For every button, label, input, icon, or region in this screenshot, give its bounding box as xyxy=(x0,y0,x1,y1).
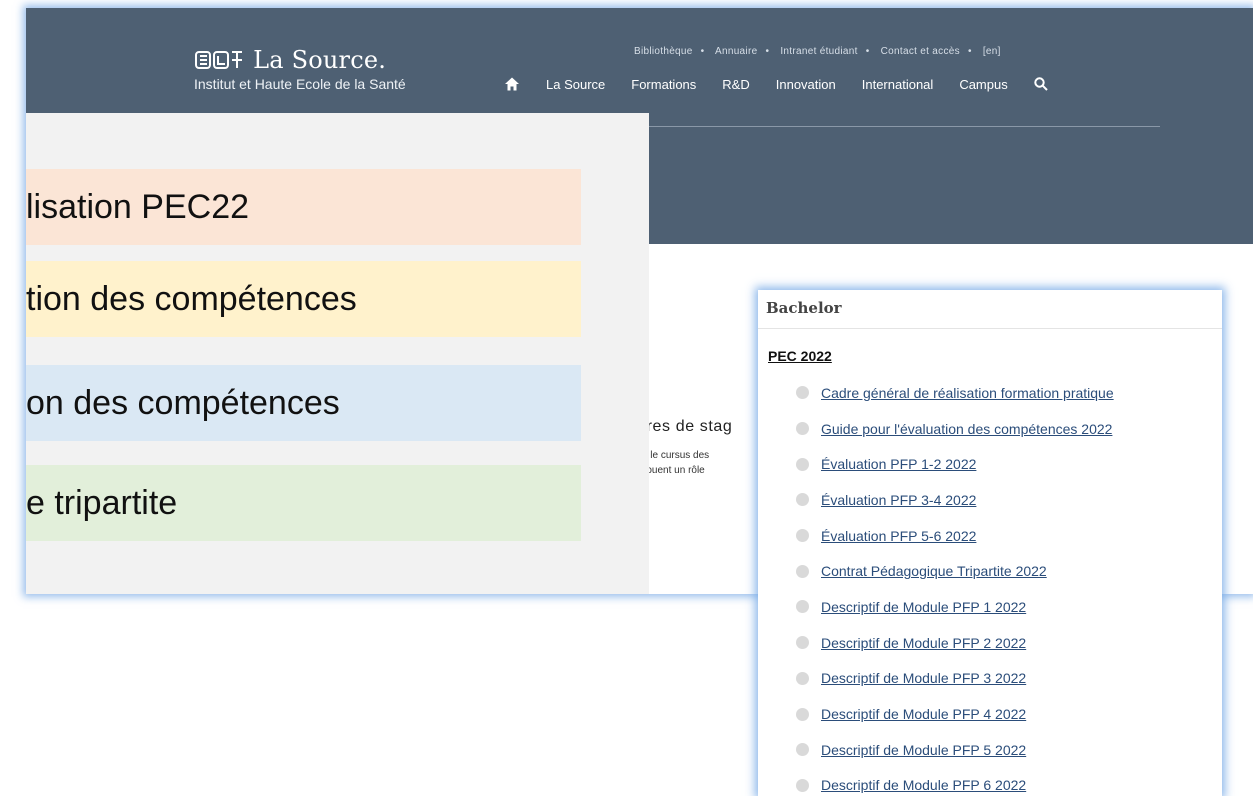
bullet-icon xyxy=(796,386,809,400)
list-item: Évaluation PFP 3-4 2022 xyxy=(758,482,1222,518)
doc-link[interactable]: Descriptif de Module PFP 4 2022 xyxy=(821,706,1026,722)
logo-subtitle: Institut et Haute Ecole de la Santé xyxy=(194,76,406,92)
logo-mark-icon xyxy=(195,51,242,69)
doc-link[interactable]: Descriptif de Module PFP 1 2022 xyxy=(821,599,1026,615)
bachelor-card: Bachelor PEC 2022 Cadre général de réali… xyxy=(758,290,1222,796)
doc-link[interactable]: Contrat Pédagogique Tripartite 2022 xyxy=(821,563,1047,579)
list-item: Descriptif de Module PFP 2 2022 xyxy=(758,625,1222,661)
bullet-icon xyxy=(796,493,809,507)
separator-dot: • xyxy=(700,46,705,57)
home-icon[interactable] xyxy=(504,76,520,92)
band-evaluation: on des compétences xyxy=(26,365,581,441)
separator-dot: • xyxy=(765,46,770,57)
link-intranet[interactable]: Intranet étudiant xyxy=(780,46,857,57)
bullet-icon xyxy=(796,600,809,614)
site-logo[interactable]: La Source. Institut et Haute Ecole de la… xyxy=(194,46,406,92)
list-item: Évaluation PFP 1-2 2022 xyxy=(758,446,1222,482)
bullet-icon xyxy=(796,671,809,685)
doc-link[interactable]: Évaluation PFP 3-4 2022 xyxy=(821,492,976,508)
bullet-icon xyxy=(796,707,809,721)
doc-link[interactable]: Guide pour l'évaluation des compétences … xyxy=(821,421,1112,437)
search-icon[interactable] xyxy=(1034,77,1048,91)
bullet-icon xyxy=(796,422,809,436)
nav-campus[interactable]: Campus xyxy=(959,77,1007,92)
nav-rd[interactable]: R&D xyxy=(722,77,749,92)
card-subtitle[interactable]: PEC 2022 xyxy=(768,348,1222,364)
link-bibliotheque[interactable]: Bibliothèque xyxy=(634,46,693,57)
list-item: Descriptif de Module PFP 6 2022 xyxy=(758,768,1222,796)
link-annuaire[interactable]: Annuaire xyxy=(715,46,757,57)
doc-link[interactable]: Descriptif de Module PFP 6 2022 xyxy=(821,777,1026,793)
bullet-icon xyxy=(796,457,809,471)
list-item: Descriptif de Module PFP 3 2022 xyxy=(758,661,1222,697)
doc-link[interactable]: Descriptif de Module PFP 3 2022 xyxy=(821,670,1026,686)
bullet-icon xyxy=(796,564,809,578)
band-realisation: lisation PEC22 xyxy=(26,169,581,245)
link-contact[interactable]: Contact et accès xyxy=(881,46,960,57)
bullet-icon xyxy=(796,636,809,650)
document-list: Cadre général de réalisation formation p… xyxy=(758,375,1222,796)
nav-formations[interactable]: Formations xyxy=(631,77,696,92)
list-item: Cadre général de réalisation formation p… xyxy=(758,375,1222,411)
band-evaluation-guide: tion des compétences xyxy=(26,261,581,337)
list-item: Descriptif de Module PFP 4 2022 xyxy=(758,696,1222,732)
doc-link[interactable]: Évaluation PFP 1-2 2022 xyxy=(821,456,976,472)
doc-link[interactable]: Cadre général de réalisation formation p… xyxy=(821,385,1114,401)
band-tripartite: e tripartite xyxy=(26,465,581,541)
nav-international[interactable]: International xyxy=(862,77,934,92)
separator-dot: • xyxy=(967,46,972,57)
overlay-panel: lisation PEC22 tion des compétences on d… xyxy=(26,113,649,594)
separator-dot: • xyxy=(865,46,870,57)
doc-link[interactable]: Descriptif de Module PFP 5 2022 xyxy=(821,742,1026,758)
list-item: Contrat Pédagogique Tripartite 2022 xyxy=(758,553,1222,589)
list-item: Guide pour l'évaluation des compétences … xyxy=(758,411,1222,447)
nav-divider xyxy=(622,126,1160,127)
list-item: Descriptif de Module PFP 1 2022 xyxy=(758,589,1222,625)
main-nav: La Source Formations R&D Innovation Inte… xyxy=(504,76,1048,92)
bullet-icon xyxy=(796,743,809,757)
nav-innovation[interactable]: Innovation xyxy=(776,77,836,92)
logo-name: La Source. xyxy=(253,46,387,74)
link-english[interactable]: [en] xyxy=(983,46,1001,57)
list-item: Évaluation PFP 5-6 2022 xyxy=(758,518,1222,554)
utility-links: Bibliothèque • Annuaire • Intranet étudian… xyxy=(634,46,1001,57)
doc-link[interactable]: Évaluation PFP 5-6 2022 xyxy=(821,528,976,544)
doc-link[interactable]: Descriptif de Module PFP 2 2022 xyxy=(821,635,1026,651)
bullet-icon xyxy=(796,529,809,543)
nav-la-source[interactable]: La Source xyxy=(546,77,605,92)
card-title: Bachelor xyxy=(758,290,1222,329)
bullet-icon xyxy=(796,778,809,792)
list-item: Descriptif de Module PFP 5 2022 xyxy=(758,732,1222,768)
